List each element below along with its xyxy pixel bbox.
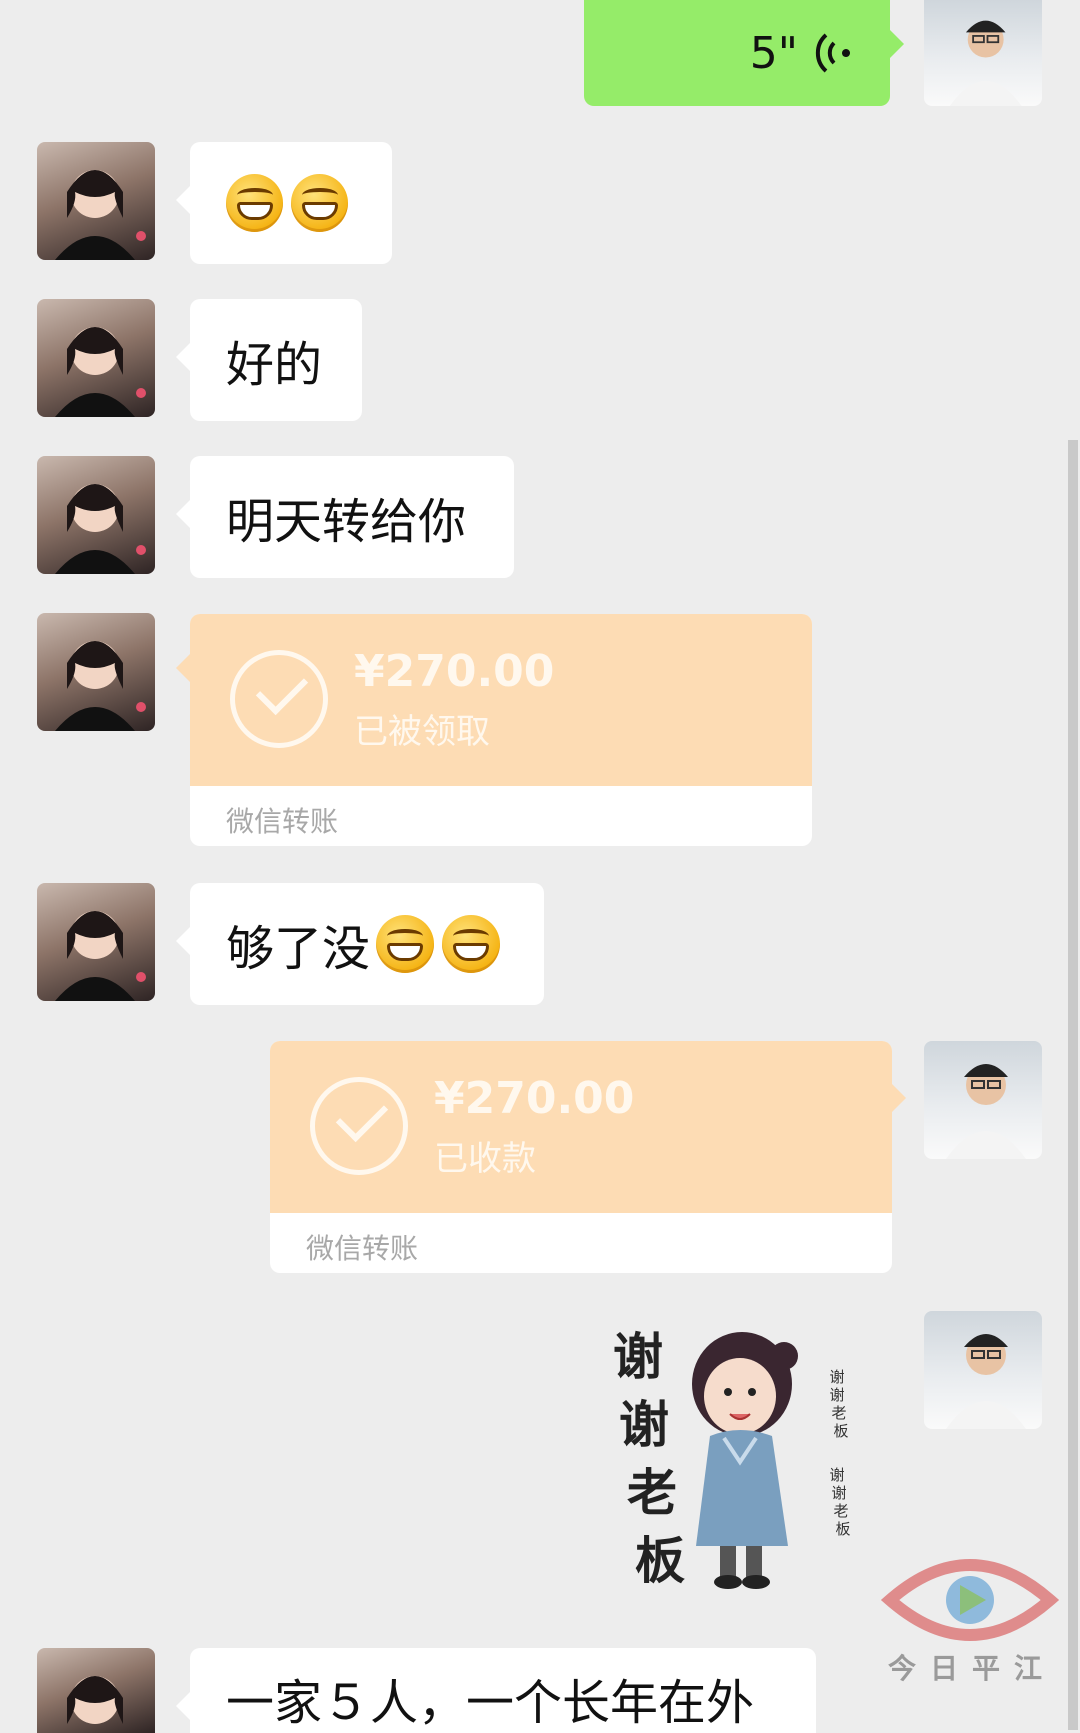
grin-emoji-icon (291, 174, 348, 232)
grin-emoji-icon (376, 915, 434, 973)
message-text: 好的 (226, 337, 323, 393)
sticker-side-text: 板 (835, 1520, 851, 1538)
contact-avatar[interactable] (37, 142, 155, 260)
sticker-side-text: 老 (833, 1502, 849, 1520)
transfer-status: 已被领取 (354, 712, 490, 752)
text-message-bubble[interactable]: 够了没 (176, 883, 544, 1005)
sticker-side-text: 谢 (829, 1368, 845, 1386)
voice-message-bubble[interactable]: 5" (584, 0, 904, 106)
sticker-text: 谢 (613, 1328, 663, 1386)
voice-wave-icon (814, 29, 854, 77)
grin-emoji-icon (442, 915, 500, 973)
transfer-footer: 微信转账 (306, 1232, 419, 1265)
transfer-status: 已收款 (434, 1139, 536, 1179)
self-avatar[interactable] (924, 0, 1042, 106)
text-message-bubble[interactable]: 好的 (176, 299, 362, 421)
sticker-text: 老 (627, 1464, 677, 1522)
message-text: 明天转给你 (226, 494, 467, 550)
text-message-bubble[interactable]: 一家５人，一个长年在外 (176, 1648, 816, 1733)
text-message-bubble[interactable]: 明天转给你 (176, 456, 514, 578)
contact-avatar[interactable] (37, 883, 155, 1001)
message-text: 够了没 (226, 921, 371, 977)
self-avatar[interactable] (924, 1041, 1042, 1159)
sticker-text: 谢 (619, 1396, 669, 1454)
transfer-card-collected[interactable]: ¥270.00 已收款 微信转账 (270, 1041, 892, 1273)
grin-emoji-icon (226, 174, 283, 232)
thanks-boss-sticker[interactable]: 谢 谢 老 板 谢 谢 老 板 谢 谢 老 板 (600, 1318, 860, 1598)
message-text: 一家５人，一个长年在外 (226, 1675, 755, 1731)
eye-logo-icon (880, 1559, 1060, 1641)
contact-avatar[interactable] (37, 613, 155, 731)
transfer-amount: ¥270.00 (434, 1073, 635, 1124)
sticker-side-text: 谢 (831, 1484, 847, 1502)
contact-avatar[interactable] (37, 456, 155, 574)
little-girl-illustration (692, 1332, 798, 1589)
transfer-card-tail (892, 1084, 906, 1112)
sticker-side-text: 谢 (829, 1386, 845, 1404)
transfer-card-received[interactable]: ¥270.00 已被领取 微信转账 (176, 614, 812, 846)
voice-duration: 5" (749, 27, 798, 79)
watermark-text: 今日平江 (888, 1652, 1057, 1685)
check-circle-icon (230, 650, 328, 748)
scrollbar[interactable] (1068, 440, 1078, 1730)
self-avatar[interactable] (924, 1311, 1042, 1429)
watermark-logo: 今日平江 (880, 1555, 1060, 1685)
sticker-side-text: 板 (833, 1422, 849, 1440)
sticker-side-text: 谢 (829, 1466, 845, 1484)
sticker-side-text: 老 (831, 1404, 847, 1422)
contact-avatar[interactable] (37, 299, 155, 417)
transfer-amount: ¥270.00 (354, 646, 555, 697)
emoji-message-bubble[interactable] (176, 142, 392, 264)
contact-avatar[interactable] (37, 1648, 155, 1733)
transfer-footer: 微信转账 (226, 805, 339, 838)
check-circle-icon (310, 1077, 408, 1175)
